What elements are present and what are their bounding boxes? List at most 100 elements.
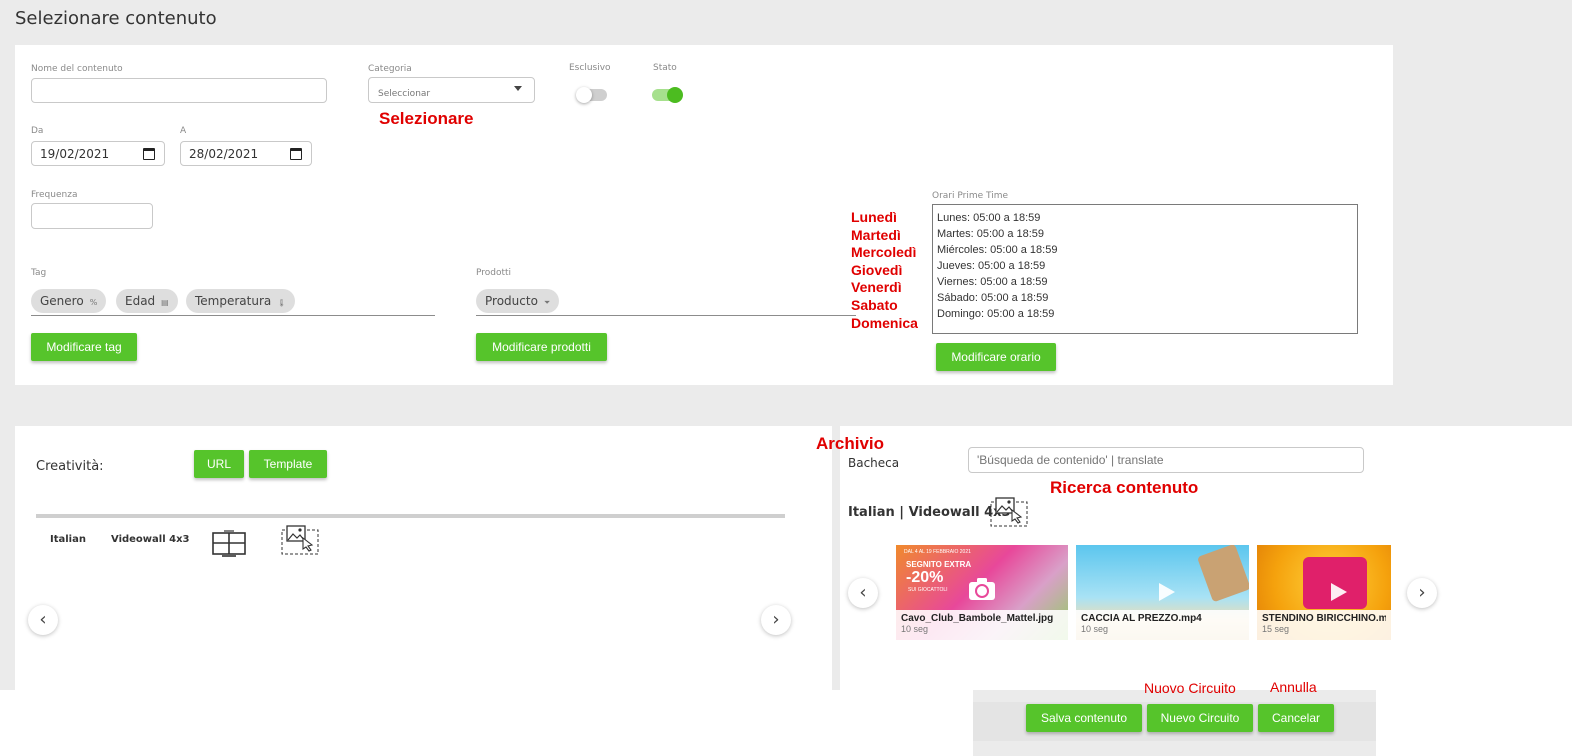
modify-schedule-button[interactable]: Modificare orario (936, 343, 1056, 371)
image-placeholder-icon[interactable] (281, 525, 320, 555)
state-label: Stato (653, 63, 677, 73)
thumb-sub-text: SUI GIOCATTOLI (908, 587, 948, 593)
tag-chip-temperatura[interactable]: Temperatura 🌡 (186, 289, 296, 313)
thumb-duration: 10 seg (901, 624, 929, 634)
state-toggle[interactable] (652, 87, 683, 103)
name-input[interactable] (31, 78, 327, 103)
toggle-knob (576, 87, 592, 103)
exclusive-label: Esclusivo (569, 63, 611, 73)
annotation-day: Mercoledì (851, 244, 917, 261)
to-date-value: 28/02/2021 (189, 147, 259, 161)
image-placeholder-icon[interactable] (990, 497, 1029, 527)
to-date-input[interactable]: 28/02/2021 (180, 141, 312, 166)
calendar-icon (290, 148, 302, 160)
tag-chip-edad[interactable]: Edad ▤ (116, 289, 178, 313)
thermometer-icon: 🌡 (277, 299, 287, 307)
creative-prev-button[interactable]: ‹ (28, 605, 58, 635)
category-label: Categoria (368, 64, 412, 74)
creative-label: Creatività: (36, 459, 104, 474)
creative-format: Videowall 4x3 (111, 534, 190, 545)
exclusive-toggle[interactable] (576, 87, 607, 103)
schedule-line: Lunes: 05:00 a 18:59 (937, 212, 1041, 224)
thumb-caption: STENDINO BIRICCHINO.mp4 15 seg (1257, 610, 1391, 640)
annotation-day: Giovedì (851, 261, 903, 278)
frequency-input[interactable] (31, 203, 153, 229)
annotation-cancel: Annulla (1270, 679, 1317, 695)
frequency-label: Frequenza (31, 190, 78, 200)
thumb-decoration (1196, 545, 1249, 603)
tag-chip-label: Temperatura (195, 294, 272, 308)
thumb-discount-text: -20% (906, 569, 944, 586)
name-label: Nome del contenuto (31, 64, 123, 74)
tag-chip-label: Genero (40, 294, 84, 308)
library-next-button[interactable]: › (1407, 578, 1437, 608)
from-label: Da (31, 126, 44, 136)
annotation-day: Venerdì (851, 279, 902, 296)
modify-tag-button[interactable]: Modificare tag (31, 333, 137, 361)
to-label: A (180, 126, 187, 136)
creative-divider (36, 514, 785, 518)
page-title: Selezionare contenuto (15, 8, 217, 29)
library-prev-button[interactable]: ‹ (848, 578, 878, 608)
caret-icon: ⏷ (543, 298, 551, 307)
creative-language: Italian (50, 534, 86, 545)
creative-panel (15, 426, 832, 690)
board-label: Bacheca (848, 456, 900, 470)
product-chip-label: Producto (485, 294, 538, 308)
schedule-line: Martes: 05:00 a 18:59 (937, 228, 1045, 240)
cancel-button[interactable]: Cancelar (1258, 704, 1334, 732)
white-footer-strip (0, 690, 973, 756)
annotation-archive: Archivio (816, 434, 885, 453)
template-button[interactable]: Template (249, 450, 327, 478)
annotation-day: Domenica (851, 314, 918, 331)
chevron-down-icon (514, 86, 522, 91)
library-section-title: Italian | Videowall 4x3 (848, 505, 1011, 520)
annotation-select: Selezionare (379, 109, 474, 128)
schedule-line: Domingo: 05:00 a 18:59 (937, 308, 1055, 320)
videowall-icon (212, 530, 246, 557)
tag-underline (31, 315, 435, 316)
product-chip[interactable]: Producto ⏷ (476, 289, 560, 313)
white-footer-strip-right (1376, 690, 1572, 756)
url-button[interactable]: URL (194, 450, 244, 478)
thumb-top-text: DAL 4 AL 19 FEBBRAIO 2021 (904, 549, 971, 555)
thumb-duration: 10 seg (1081, 624, 1109, 634)
annotation-day: Lunedì (851, 209, 897, 225)
play-icon (1159, 583, 1175, 601)
tag-chip-label: Edad (125, 294, 156, 308)
schedule-box[interactable]: Lunes: 05:00 a 18:59 Martes: 05:00 a 18:… (932, 204, 1358, 334)
thumb-name: Cavo_Club_Bambole_Mattel.jpg (901, 613, 1054, 624)
thumb-duration: 15 seg (1262, 624, 1290, 634)
camera-icon (969, 578, 995, 600)
thumb-caption: CACCIA AL PREZZO.mp4 10 seg (1076, 610, 1249, 640)
tag-chip-genero[interactable]: Genero% (31, 289, 107, 313)
annotation-day: Martedì (851, 226, 901, 243)
category-select-value: Seleccionar (378, 89, 431, 99)
creative-next-button[interactable]: › (761, 605, 791, 635)
content-search-input[interactable] (968, 447, 1364, 473)
save-content-button[interactable]: Salva contenuto (1026, 704, 1142, 732)
tag-label: Tag (31, 268, 47, 278)
library-item-card[interactable]: CACCIA AL PREZZO.mp4 10 seg (1076, 545, 1249, 640)
annotation-day: Sabato (851, 296, 898, 313)
category-select[interactable]: Seleccionar (368, 77, 535, 103)
annotation-new-circuit: Nuovo Circuito (1144, 680, 1236, 696)
from-date-value: 19/02/2021 (40, 147, 110, 161)
schedule-line: Miércoles: 05:00 a 18:59 (937, 244, 1058, 256)
modify-products-button[interactable]: Modificare prodotti (476, 333, 607, 361)
annotation-days: Lunedì Martedì Mercoledì Giovedì Venerdì… (851, 209, 918, 332)
thumb-name: CACCIA AL PREZZO.mp4 (1081, 613, 1202, 624)
thumb-caption: Cavo_Club_Bambole_Mattel.jpg 10 seg (896, 610, 1068, 640)
list-icon: ▤ (161, 298, 169, 307)
thumb-banner-text: SEGNITO EXTRA (906, 560, 972, 569)
library-item-card[interactable]: DAL 4 AL 19 FEBBRAIO 2021 SEGNITO EXTRA … (896, 545, 1068, 640)
prime-time-label: Orari Prime Time (932, 191, 1009, 201)
play-icon (1331, 583, 1347, 601)
from-date-input[interactable]: 19/02/2021 (31, 141, 165, 166)
calendar-icon (143, 148, 155, 160)
thumb-name: STENDINO BIRICCHINO.mp4 (1262, 613, 1386, 624)
new-circuit-button[interactable]: Nuevo Circuito (1147, 704, 1253, 732)
library-item-card[interactable]: STENDINO BIRICCHINO.mp4 15 seg (1257, 545, 1391, 640)
percent-icon: % (89, 298, 98, 307)
products-underline (476, 315, 856, 316)
